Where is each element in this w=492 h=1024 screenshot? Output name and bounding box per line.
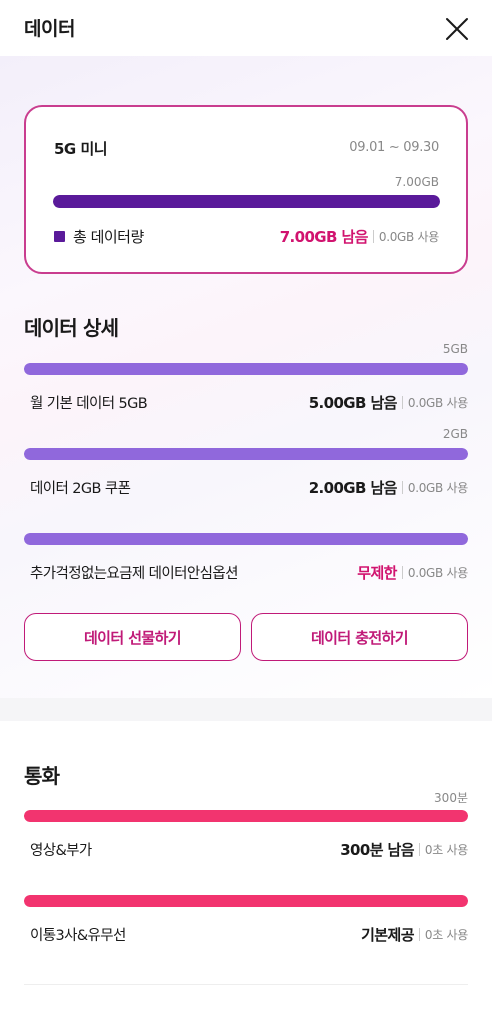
separator [401, 566, 403, 579]
call-row-remaining: 기본제공 [361, 926, 414, 944]
call-row-bar [24, 895, 468, 907]
plan-usage: 7.00GB 남음 0.0GB 사용 [279, 226, 440, 247]
plan-period: 09.01 ~ 09.30 [349, 140, 439, 155]
plan-progress-fill [53, 195, 440, 208]
separator [418, 843, 420, 856]
row-total: 5GB [442, 342, 468, 356]
call-row-used: 0초 사용 [424, 928, 468, 942]
data-row-bar-fill [24, 448, 468, 460]
call-row-bar-fill [24, 810, 468, 822]
call-row-label: 영상&부가 [30, 843, 92, 859]
plan-used: 0.0GB 사용 [378, 230, 439, 244]
separator [418, 928, 420, 941]
data-row-used: 0.0GB 사용 [407, 396, 468, 410]
data-row-label: 월 기본 데이터 5GB [30, 396, 148, 412]
call-row-remaining: 300분 남음 [340, 841, 414, 859]
section-divider [0, 698, 492, 721]
call-section [0, 721, 492, 1024]
charge-data-button[interactable]: 데이터 충전하기 [251, 613, 468, 661]
call-title: 통화 [24, 764, 60, 788]
separator [401, 481, 403, 494]
legend-label: 총 데이터량 [73, 228, 144, 246]
data-row-remaining: 무제한 [357, 564, 397, 582]
row-total: 300분 [434, 791, 468, 805]
data-row-remaining: 2.00GB 남음 [308, 479, 398, 497]
close-icon [446, 18, 468, 40]
call-row-bar-fill [24, 895, 468, 907]
data-row-usage: 5.00GB 남음 0.0GB 사용 [308, 392, 469, 413]
data-row-used: 0.0GB 사용 [407, 566, 468, 580]
data-row-remaining: 5.00GB 남음 [308, 394, 398, 412]
plan-remaining: 7.00GB 남음 [279, 228, 369, 246]
data-row-bar [24, 448, 468, 460]
bottom-divider [24, 984, 468, 985]
close-button[interactable] [444, 16, 470, 42]
data-row-bar-fill [24, 533, 468, 545]
separator [372, 230, 374, 243]
data-detail-title: 데이터 상세 [24, 316, 119, 340]
data-row-label: 추가걱정없는요금제 데이터안심옵션 [30, 566, 238, 582]
separator [401, 396, 403, 409]
data-row-label: 데이터 2GB 쿠폰 [30, 481, 131, 497]
app-header: 데이터 [0, 0, 492, 56]
plan-total: 7.00GB [394, 175, 439, 189]
page-title: 데이터 [24, 18, 75, 40]
data-row-bar [24, 363, 468, 375]
plan-name: 5G 미니 [54, 140, 108, 158]
call-row-usage: 300분 남음 0초 사용 [340, 839, 468, 860]
call-row-label: 이통3사&유무선 [30, 928, 126, 944]
data-row-usage: 무제한 0.0GB 사용 [357, 562, 468, 583]
call-row-bar [24, 810, 468, 822]
data-row-bar-fill [24, 363, 468, 375]
legend-swatch [54, 231, 65, 242]
call-row-usage: 기본제공 0초 사용 [361, 924, 468, 945]
row-total: 2GB [442, 427, 468, 441]
plan-progress-bar [53, 195, 440, 208]
data-row-usage: 2.00GB 남음 0.0GB 사용 [308, 477, 469, 498]
plan-card: 5G 미니 09.01 ~ 09.30 7.00GB 총 데이터량 7.00GB… [24, 105, 468, 274]
gift-data-button[interactable]: 데이터 선물하기 [24, 613, 241, 661]
call-row-used: 0초 사용 [424, 843, 468, 857]
data-row-used: 0.0GB 사용 [407, 481, 468, 495]
data-row-bar [24, 533, 468, 545]
